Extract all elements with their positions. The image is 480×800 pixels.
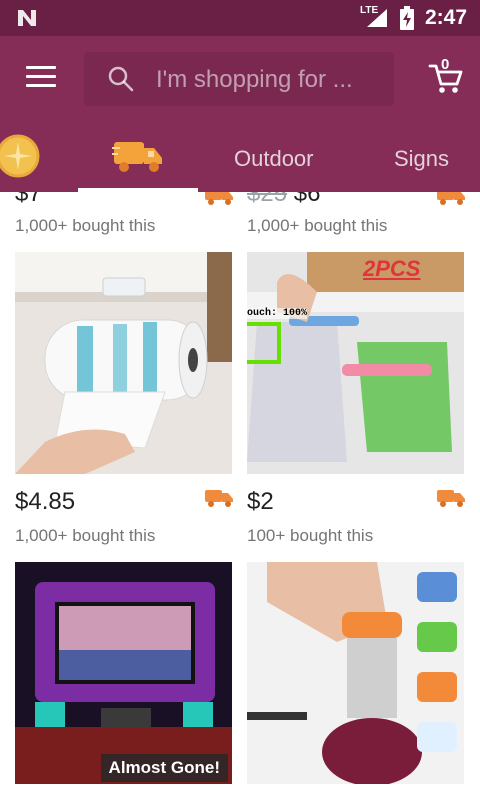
search-icon <box>108 66 134 92</box>
menu-button[interactable] <box>26 66 58 92</box>
truck-icon <box>112 142 162 172</box>
bought-count: 1,000+ bought this <box>247 216 388 235</box>
tab-outdoor-label: Outdoor <box>234 146 314 171</box>
search-placeholder: I'm shopping for ... <box>156 66 353 93</box>
clock: 2:47 <box>425 6 468 29</box>
status-bar: LTE 2:47 <box>0 0 480 36</box>
truck-icon <box>437 490 465 507</box>
tab-coin[interactable] <box>0 122 50 192</box>
search-input[interactable]: I'm shopping for ... <box>84 52 394 106</box>
product-image-onion-holder[interactable] <box>247 562 464 784</box>
product-price: $6 <box>293 192 321 207</box>
truck-icon <box>205 192 233 205</box>
tab-signs-label: Signs <box>394 146 450 171</box>
old-price: $25 <box>247 192 288 207</box>
cart-count: 0 <box>441 56 450 73</box>
bought-count: 1,000+ bought this <box>15 216 156 235</box>
almost-gone-badge: Almost Gone! <box>100 754 228 782</box>
signal-icon <box>367 9 387 27</box>
coin-icon <box>0 134 40 178</box>
truck-icon <box>205 490 233 507</box>
tab-signs[interactable]: Signs <box>378 122 480 192</box>
product-price: $7 <box>15 192 42 207</box>
menu-icon <box>26 66 56 69</box>
product-price: $4.85 <box>15 488 76 515</box>
app-header: I'm shopping for ... 0 Outdoor Signs <box>0 36 480 192</box>
battery-charging-icon <box>400 6 414 30</box>
product-image-bag-holder[interactable]: 2PCS touch: 100% <box>247 252 464 474</box>
bought-count: 100+ bought this <box>247 526 374 545</box>
product-price: $2 <box>247 488 274 515</box>
touch-indicator-box <box>247 322 281 364</box>
product-image-led-tv-backlight[interactable]: Almost Gone! <box>15 562 232 784</box>
truck-icon <box>437 192 465 205</box>
android-n-icon <box>18 10 36 26</box>
product-image-paper-towel-holder[interactable] <box>15 252 232 474</box>
product-grid: $7 1,000+ bought this $25 $6 1,000+ boug… <box>0 192 480 800</box>
tab-shipping[interactable] <box>78 122 198 192</box>
category-tabs: Outdoor Signs <box>0 122 480 192</box>
tab-outdoor[interactable]: Outdoor <box>216 122 336 192</box>
touch-overlay-label: touch: 100% <box>247 308 308 319</box>
bought-count: 1,000+ bought this <box>15 526 156 545</box>
image-text-2pcs: 2PCS <box>363 256 421 281</box>
